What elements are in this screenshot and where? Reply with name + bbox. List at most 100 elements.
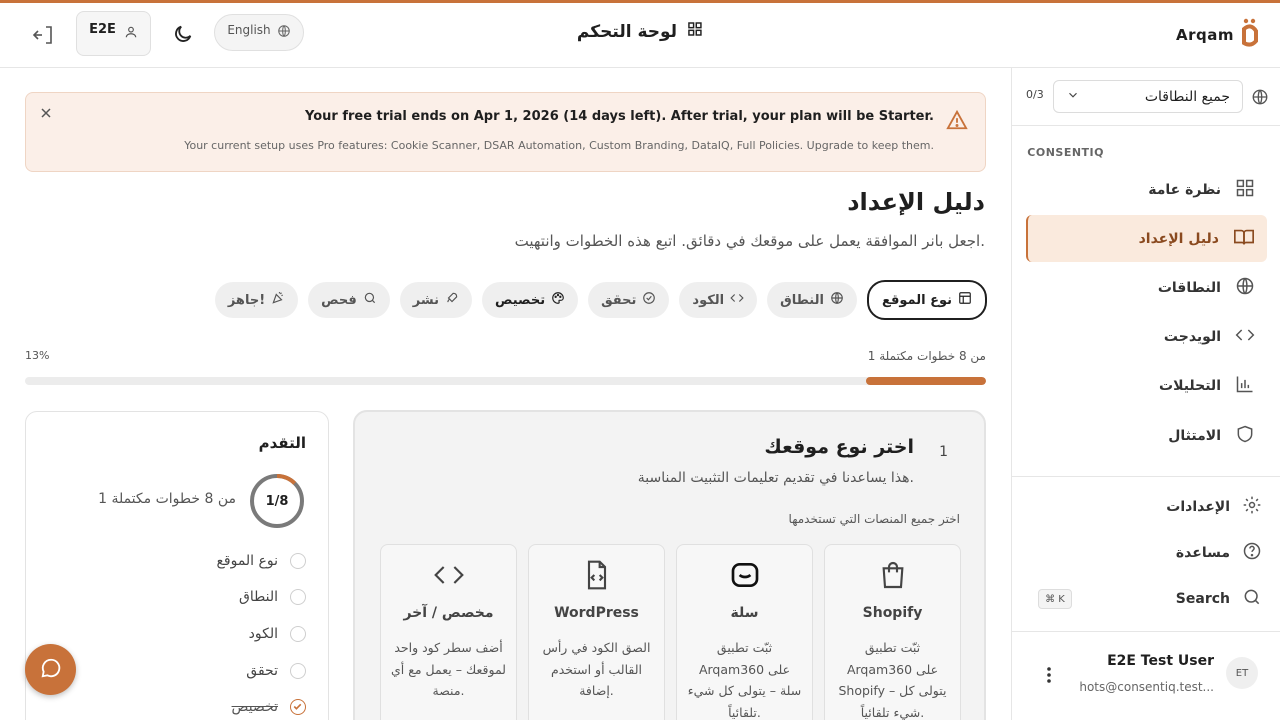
globe-icon	[1235, 276, 1255, 300]
user-profile[interactable]: ET E2E Test User hots@consentiq.test...	[1012, 631, 1280, 720]
progress-step-label: نوع الموقع	[216, 553, 278, 569]
top-header: E2E English لوحة التحكم Arqam	[0, 3, 1280, 68]
app-logo[interactable]: Arqam	[1176, 17, 1264, 53]
card-description: هذا يساعدنا في تقديم تعليمات التثبيت الم…	[637, 470, 914, 486]
card-title: اختر نوع موقعك	[764, 436, 914, 458]
rocket-icon	[445, 291, 459, 309]
sidebar-item-analytics[interactable]: التحليلات	[1026, 362, 1267, 409]
progress-ring-label: 1/8	[265, 493, 289, 509]
help-circle-icon	[1242, 541, 1262, 565]
platform-name: مخصص / آخر	[403, 605, 494, 621]
step-status-icon	[290, 626, 306, 642]
user-email: hots@consentiq.test...	[1079, 680, 1214, 694]
sidebar-item-domains[interactable]: النطاقات	[1026, 264, 1267, 311]
step-label: تخصيص	[494, 292, 546, 308]
palette-icon	[551, 291, 565, 309]
platform-pick-label: اختر جميع المنصات التي تستخدمها	[788, 512, 960, 526]
platform-description: أضف سطر كود واحد لموقعك – يعمل مع أي منص…	[391, 640, 506, 698]
sidebar-item-overview[interactable]: نظرة عامة	[1026, 166, 1267, 213]
step-customize[interactable]: تخصيص	[481, 282, 579, 318]
chat-bubble-icon	[40, 657, 62, 683]
sidebar: 0/3 جميع النطاقات CONSENTIQ نظرة عامة دل…	[1011, 68, 1280, 720]
step-label: النطاق	[780, 292, 824, 308]
sidebar-item-setup-guide[interactable]: دليل الإعداد	[1026, 215, 1267, 262]
step-label: الكود	[692, 292, 725, 308]
step-publish[interactable]: نشر	[399, 282, 472, 318]
moon-icon[interactable]	[172, 23, 194, 45]
user-chip-label: E2E	[89, 22, 116, 37]
sidebar-item-label: نظرة عامة	[1148, 181, 1221, 198]
setup-guide-title: دليل الإعداد	[847, 188, 985, 216]
page-title-text: لوحة التحكم	[576, 21, 678, 42]
language-label: English	[227, 22, 271, 37]
language-switcher[interactable]: English	[214, 14, 304, 51]
sidebar-item-label: التحليلات	[1159, 377, 1221, 394]
logout-icon[interactable]	[32, 23, 56, 47]
file-code-icon	[581, 559, 613, 595]
progress-percent: 13%	[25, 349, 50, 362]
domain-select[interactable]: جميع النطاقات	[1053, 80, 1243, 113]
shield-icon	[1235, 424, 1255, 448]
logo-text: Arqam	[1176, 26, 1234, 44]
setup-guide-subtitle: اجعل بانر الموافقة يعمل على موقعك في دقا…	[514, 232, 985, 250]
progress-bar	[25, 377, 986, 385]
salla-icon	[729, 559, 761, 595]
platform-option-wordpress[interactable]: WordPress الصق الكود في رأس القالب أو اس…	[528, 544, 665, 720]
platform-name: WordPress	[554, 605, 639, 621]
progress-step: تحقق	[246, 660, 306, 682]
globe-icon	[1251, 88, 1269, 110]
step-label: تحقق	[601, 292, 637, 308]
search-shortcut: ⌘ K	[1038, 589, 1072, 609]
settings-link[interactable]: الإعدادات	[1032, 492, 1262, 522]
step-status-icon	[290, 663, 306, 679]
layout-icon	[958, 291, 972, 309]
grid-icon	[687, 21, 703, 42]
progress-step-label: النطاق	[239, 589, 278, 605]
step-code[interactable]: الكود	[679, 282, 758, 318]
step-label: فحص	[321, 292, 357, 308]
platform-description: ثبّت تطبيق Arqam360 على سلة – يتولى كل ش…	[687, 640, 802, 720]
sidebar-item-compliance[interactable]: الامتثال	[1026, 412, 1267, 459]
step-domain[interactable]: النطاق	[767, 282, 857, 318]
search-icon	[363, 291, 377, 309]
user-name: E2E Test User	[1107, 653, 1214, 669]
code-icon	[730, 291, 744, 309]
step-verify[interactable]: تحقق	[588, 282, 670, 318]
step-label: نشر	[412, 292, 439, 308]
step-status-icon	[290, 589, 306, 605]
sidebar-item-label: دليل الإعداد	[1138, 230, 1219, 247]
settings-label: الإعدادات	[1166, 499, 1230, 515]
grid-icon	[1235, 178, 1255, 202]
sidebar-item-label: الامتثال	[1168, 427, 1221, 444]
step-site-type[interactable]: نوع الموقع	[866, 280, 987, 320]
sidebar-item-widget[interactable]: الويدجت	[1026, 313, 1267, 360]
progress-step-label: تحقق	[246, 663, 278, 679]
platform-option-shopify[interactable]: Shopify ثبّت تطبيق Arqam360 على Shopify …	[824, 544, 961, 720]
code-icon	[433, 559, 465, 595]
gear-icon	[1242, 495, 1262, 519]
step-tabs: نوع الموقع النطاق الكود تحقق تخصيص نشر ف…	[214, 280, 987, 320]
user-menu-button[interactable]: E2E	[76, 11, 151, 56]
section-label: CONSENTIQ	[1027, 146, 1104, 159]
trial-banner: Your free trial ends on Apr 1, 2026 (14 …	[25, 92, 986, 172]
sidebar-divider	[1012, 476, 1280, 477]
platform-name: Shopify	[862, 605, 923, 621]
step-label: نوع الموقع	[881, 292, 952, 308]
help-link[interactable]: مساعدة	[1032, 538, 1262, 568]
avatar: ET	[1226, 657, 1258, 689]
platform-option-salla[interactable]: سلة ثبّت تطبيق Arqam360 على سلة – يتولى …	[676, 544, 813, 720]
chat-button[interactable]	[25, 644, 76, 695]
close-icon[interactable]	[38, 105, 54, 125]
step-scan[interactable]: فحص	[308, 282, 390, 318]
domain-filter-row: 0/3 جميع النطاقات	[1012, 68, 1280, 126]
chevron-down-icon	[1066, 88, 1080, 106]
trial-banner-body: Your current setup uses Pro features: Co…	[184, 139, 934, 152]
book-icon	[1233, 226, 1255, 252]
more-vertical-icon[interactable]	[1046, 666, 1052, 688]
step-ready[interactable]: جاهز!	[214, 282, 299, 318]
sidebar-item-label: الويدجت	[1163, 328, 1221, 345]
progress-step-done: تخصيص	[232, 696, 306, 718]
warning-icon	[946, 109, 968, 135]
platform-option-custom[interactable]: مخصص / آخر أضف سطر كود واحد لموقعك – يعم…	[380, 544, 517, 720]
logo-mark-icon	[1238, 17, 1264, 53]
